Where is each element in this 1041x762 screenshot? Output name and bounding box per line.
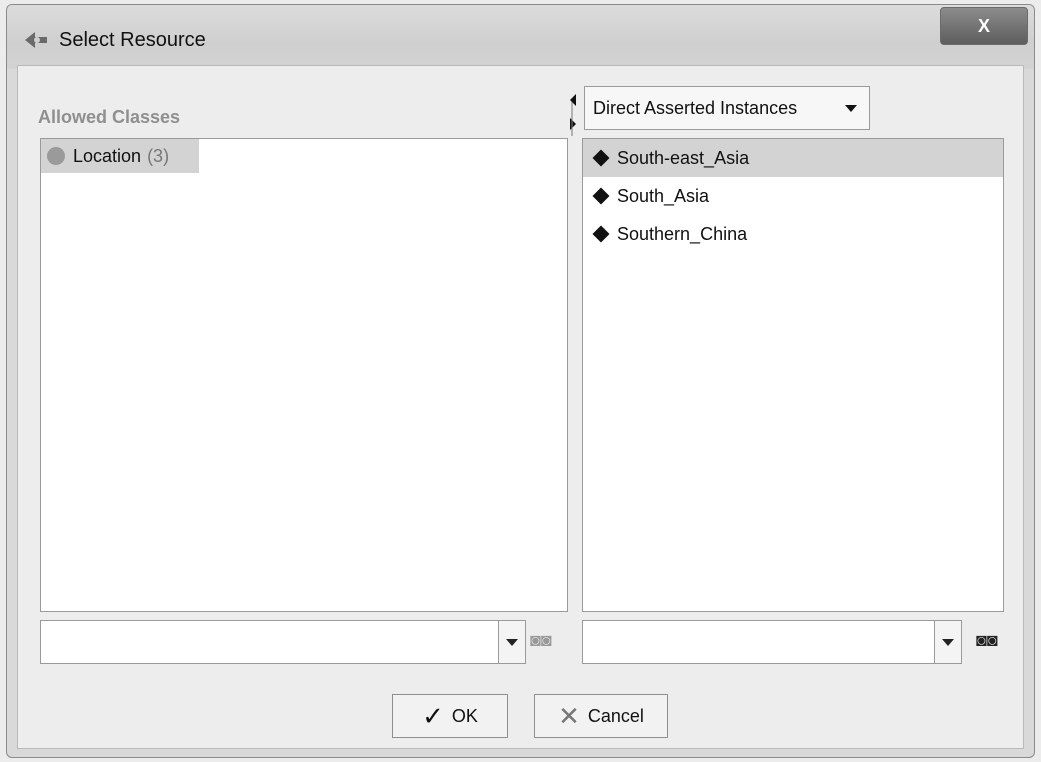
class-search-combo[interactable] xyxy=(40,620,526,664)
class-circle-icon xyxy=(47,147,65,165)
class-item-label: Location xyxy=(73,145,142,166)
binoculars-icon[interactable]: ◙◙ xyxy=(976,630,998,651)
cancel-label: Cancel xyxy=(587,705,644,726)
class-item-location[interactable]: Location (3) xyxy=(41,139,199,173)
instance-label: Southern_China xyxy=(617,223,748,244)
cancel-button[interactable]: ✕ Cancel xyxy=(534,694,668,738)
chevron-down-icon[interactable] xyxy=(498,621,525,663)
allowed-classes-list[interactable]: Location (3) xyxy=(40,138,568,612)
instance-label: South_Asia xyxy=(617,185,710,206)
app-icon xyxy=(25,32,47,48)
diamond-icon xyxy=(592,225,610,243)
instance-item[interactable]: Southern_China xyxy=(583,215,1003,253)
allowed-classes-label: Allowed Classes xyxy=(38,107,181,127)
dialog-title: Select Resource xyxy=(59,29,206,51)
ok-button[interactable]: ✓ OK xyxy=(392,694,508,738)
instance-item[interactable]: South_Asia xyxy=(583,177,1003,215)
ok-label: OK xyxy=(451,705,478,726)
instances-list[interactable]: South-east_Asia South_Asia Southern_Chin… xyxy=(582,138,1004,612)
class-item-count: (3) xyxy=(147,145,170,166)
instances-view-selected: Direct Asserted Instances xyxy=(593,97,798,118)
diamond-icon xyxy=(592,149,610,167)
x-icon: ✕ xyxy=(558,700,580,731)
close-icon: X xyxy=(977,15,990,36)
instance-search-combo[interactable] xyxy=(582,620,962,664)
title-bar[interactable]: Select Resource X xyxy=(7,5,1034,69)
splitter-arrows-icon[interactable] xyxy=(568,92,578,136)
instances-view-dropdown[interactable]: Direct Asserted Instances xyxy=(584,86,870,130)
chevron-down-icon xyxy=(845,105,857,112)
checkmark-icon: ✓ xyxy=(422,700,444,731)
diamond-icon xyxy=(592,187,610,205)
close-button[interactable]: X xyxy=(940,7,1028,45)
chevron-down-icon[interactable] xyxy=(934,621,961,663)
binoculars-icon[interactable]: ◙◙ xyxy=(530,630,552,651)
instance-item[interactable]: South-east_Asia xyxy=(583,139,1003,177)
instance-label: South-east_Asia xyxy=(617,147,750,168)
